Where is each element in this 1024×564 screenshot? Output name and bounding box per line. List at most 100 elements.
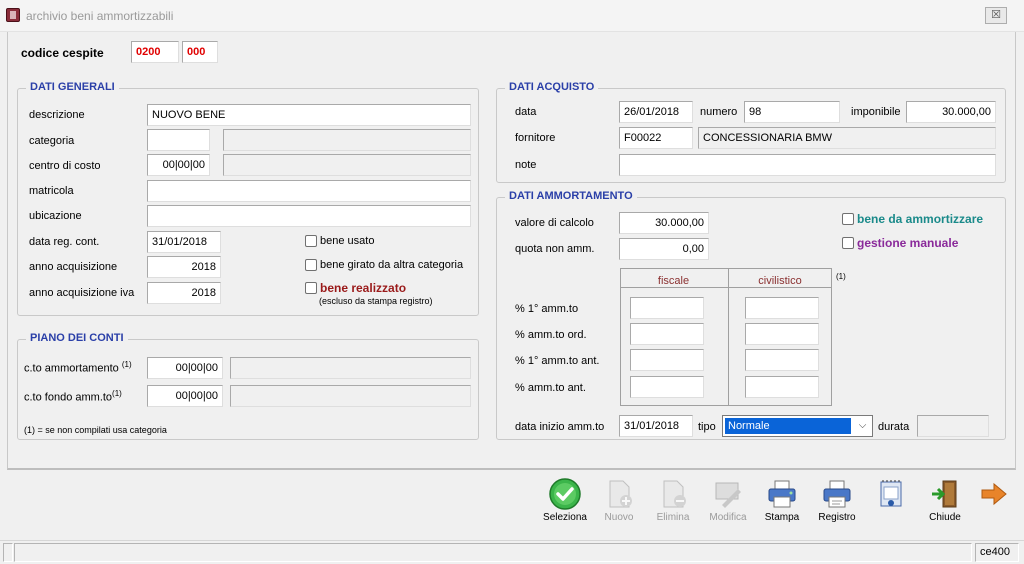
status-cell xyxy=(3,543,13,562)
conto-ammortamento-text: c.to ammortamento xyxy=(24,362,119,375)
note-field[interactable] xyxy=(619,154,996,176)
bene-realizzato-note: (escluso da stampa registro) xyxy=(319,296,433,306)
categoria-field[interactable] xyxy=(147,129,210,151)
printer-register-icon xyxy=(821,478,853,510)
stampa-button[interactable]: Stampa xyxy=(757,478,807,530)
seleziona-button[interactable]: Seleziona xyxy=(540,478,590,530)
perc-amm-ant-civilistico-field[interactable] xyxy=(745,376,819,398)
gestione-manuale-checkbox[interactable]: gestione manuale xyxy=(842,236,958,250)
ubicazione-label: ubicazione xyxy=(29,210,82,222)
fornitore-field[interactable]: F00022 xyxy=(619,127,693,149)
exit-door-icon xyxy=(929,478,961,510)
chevron-down-icon[interactable]: ⌵ xyxy=(854,417,871,435)
anno-acquisizione-iva-label: anno acquisizione iva xyxy=(29,287,135,299)
bene-girato-checkbox[interactable]: bene girato da altra categoria xyxy=(305,259,463,271)
conto-fondo-field[interactable]: 00|00|00 xyxy=(147,385,223,407)
centro-di-costo-field[interactable]: 00|00|00 xyxy=(147,154,210,176)
codice-cespite-part1-field[interactable]: 0200 xyxy=(131,41,179,63)
checkbox-icon xyxy=(305,282,317,294)
tipo-selected-value: Normale xyxy=(725,418,851,434)
data-inizio-amm-label: data inizio amm.to xyxy=(515,421,605,433)
perc-primo-amm-ant-civilistico-field[interactable] xyxy=(745,349,819,371)
dati-acquisto-legend: DATI ACQUISTO xyxy=(505,81,599,93)
centro-di-costo-label: centro di costo xyxy=(29,160,101,172)
perc-primo-amm-ant-label: % 1° amm.to ant. xyxy=(515,355,600,367)
tipo-select[interactable]: Normale ⌵ xyxy=(722,415,873,437)
ubicazione-field[interactable] xyxy=(147,205,471,227)
descrizione-label: descrizione xyxy=(29,109,85,121)
categoria-label: categoria xyxy=(29,135,75,147)
durata-field xyxy=(917,415,989,437)
descrizione-field[interactable]: NUOVO BENE xyxy=(147,104,471,126)
durata-label: durata xyxy=(878,421,910,433)
valore-di-calcolo-field[interactable]: 30.000,00 xyxy=(619,212,709,234)
bene-usato-label: bene usato xyxy=(320,235,375,247)
perc-amm-ord-fiscale-field[interactable] xyxy=(630,323,704,345)
chiude-button[interactable]: Chiude xyxy=(920,478,970,530)
data-reg-cont-field[interactable]: 31/01/2018 xyxy=(147,231,221,253)
anno-acquisizione-iva-field[interactable]: 2018 xyxy=(147,282,221,304)
checkbox-icon xyxy=(842,237,854,249)
footnote-marker: (1) xyxy=(121,360,132,369)
checkbox-icon xyxy=(305,259,317,271)
civilistico-column-header: civilistico xyxy=(758,275,802,287)
quota-non-amm-field[interactable]: 0,00 xyxy=(619,238,709,260)
edit-icon xyxy=(712,478,744,510)
footnote-marker: (1) xyxy=(112,389,122,398)
conto-ammortamento-field[interactable]: 00|00|00 xyxy=(147,357,223,379)
conto-fondo-text: c.to fondo amm.to xyxy=(24,391,113,404)
perc-amm-ord-civilistico-field[interactable] xyxy=(745,323,819,345)
close-button[interactable]: ☒ xyxy=(985,7,1007,24)
bene-girato-label: bene girato da altra categoria xyxy=(320,259,464,271)
centro-di-costo-description-field xyxy=(223,154,471,176)
perc-primo-amm-civilistico-field[interactable] xyxy=(745,297,819,319)
perc-primo-amm-ant-fiscale-field[interactable] xyxy=(630,349,704,371)
imponibile-field[interactable]: 30.000,00 xyxy=(906,101,996,123)
data-inizio-amm-field[interactable]: 31/01/2018 xyxy=(619,415,693,437)
bene-usato-checkbox[interactable]: bene usato xyxy=(305,235,374,247)
piano-note: (1) = se non compilati usa categoria xyxy=(24,425,167,435)
conto-ammortamento-label: c.to ammortamento (1) xyxy=(24,360,132,375)
bene-da-ammortizzare-checkbox[interactable]: bene da ammortizzare xyxy=(842,212,983,226)
table-divider xyxy=(621,287,831,288)
app-icon xyxy=(6,8,20,22)
perc-primo-amm-fiscale-field[interactable] xyxy=(630,297,704,319)
modifica-button[interactable]: Modifica xyxy=(703,478,753,530)
data-reg-cont-label: data reg. cont. xyxy=(29,236,100,248)
data-acquisto-label: data xyxy=(515,106,537,118)
matricola-field[interactable] xyxy=(147,180,471,202)
elimina-caption: Elimina xyxy=(656,512,690,523)
anno-acquisizione-field[interactable]: 2018 xyxy=(147,256,221,278)
numero-field[interactable]: 98 xyxy=(744,101,840,123)
elimina-button[interactable]: Elimina xyxy=(648,478,698,530)
perc-amm-ant-fiscale-field[interactable] xyxy=(630,376,704,398)
fornitore-label: fornitore xyxy=(515,132,556,144)
registro-button[interactable]: Registro xyxy=(812,478,862,530)
matricola-label: matricola xyxy=(29,185,74,197)
conto-fondo-description-field xyxy=(230,385,471,407)
checkbox-icon xyxy=(842,213,854,225)
status-message xyxy=(14,543,972,562)
dati-generali-legend: DATI GENERALI xyxy=(26,81,119,93)
note-label: note xyxy=(515,159,537,171)
main-panel: codice cespite 0200 000 DATI GENERALI de… xyxy=(7,32,1016,470)
title-bar: archivio beni ammortizzabili ☒ xyxy=(0,0,1024,32)
next-button[interactable] xyxy=(972,478,1016,530)
delete-document-icon xyxy=(657,478,689,510)
status-code: ce400 xyxy=(975,543,1019,562)
categoria-description-field xyxy=(223,129,471,151)
dati-ammortamento-legend: DATI AMMORTAMENTO xyxy=(505,190,637,202)
calendar-button[interactable] xyxy=(866,478,916,530)
valore-di-calcolo-label: valore di calcolo xyxy=(515,217,594,229)
codice-cespite-part2-field[interactable]: 000 xyxy=(182,41,218,63)
perc-primo-amm-label: % 1° amm.to xyxy=(515,303,579,315)
conto-ammortamento-description-field xyxy=(230,357,471,379)
arrow-right-icon xyxy=(978,478,1010,510)
nuovo-button[interactable]: Nuovo xyxy=(594,478,644,530)
quota-non-amm-label: quota non amm. xyxy=(515,243,595,255)
data-acquisto-field[interactable]: 26/01/2018 xyxy=(619,101,693,123)
bene-realizzato-checkbox[interactable]: bene realizzato xyxy=(305,281,406,295)
gestione-manuale-label: gestione manuale xyxy=(857,236,959,250)
fornitore-description-field: CONCESSIONARIA BMW xyxy=(698,127,996,149)
nuovo-caption: Nuovo xyxy=(604,512,634,523)
